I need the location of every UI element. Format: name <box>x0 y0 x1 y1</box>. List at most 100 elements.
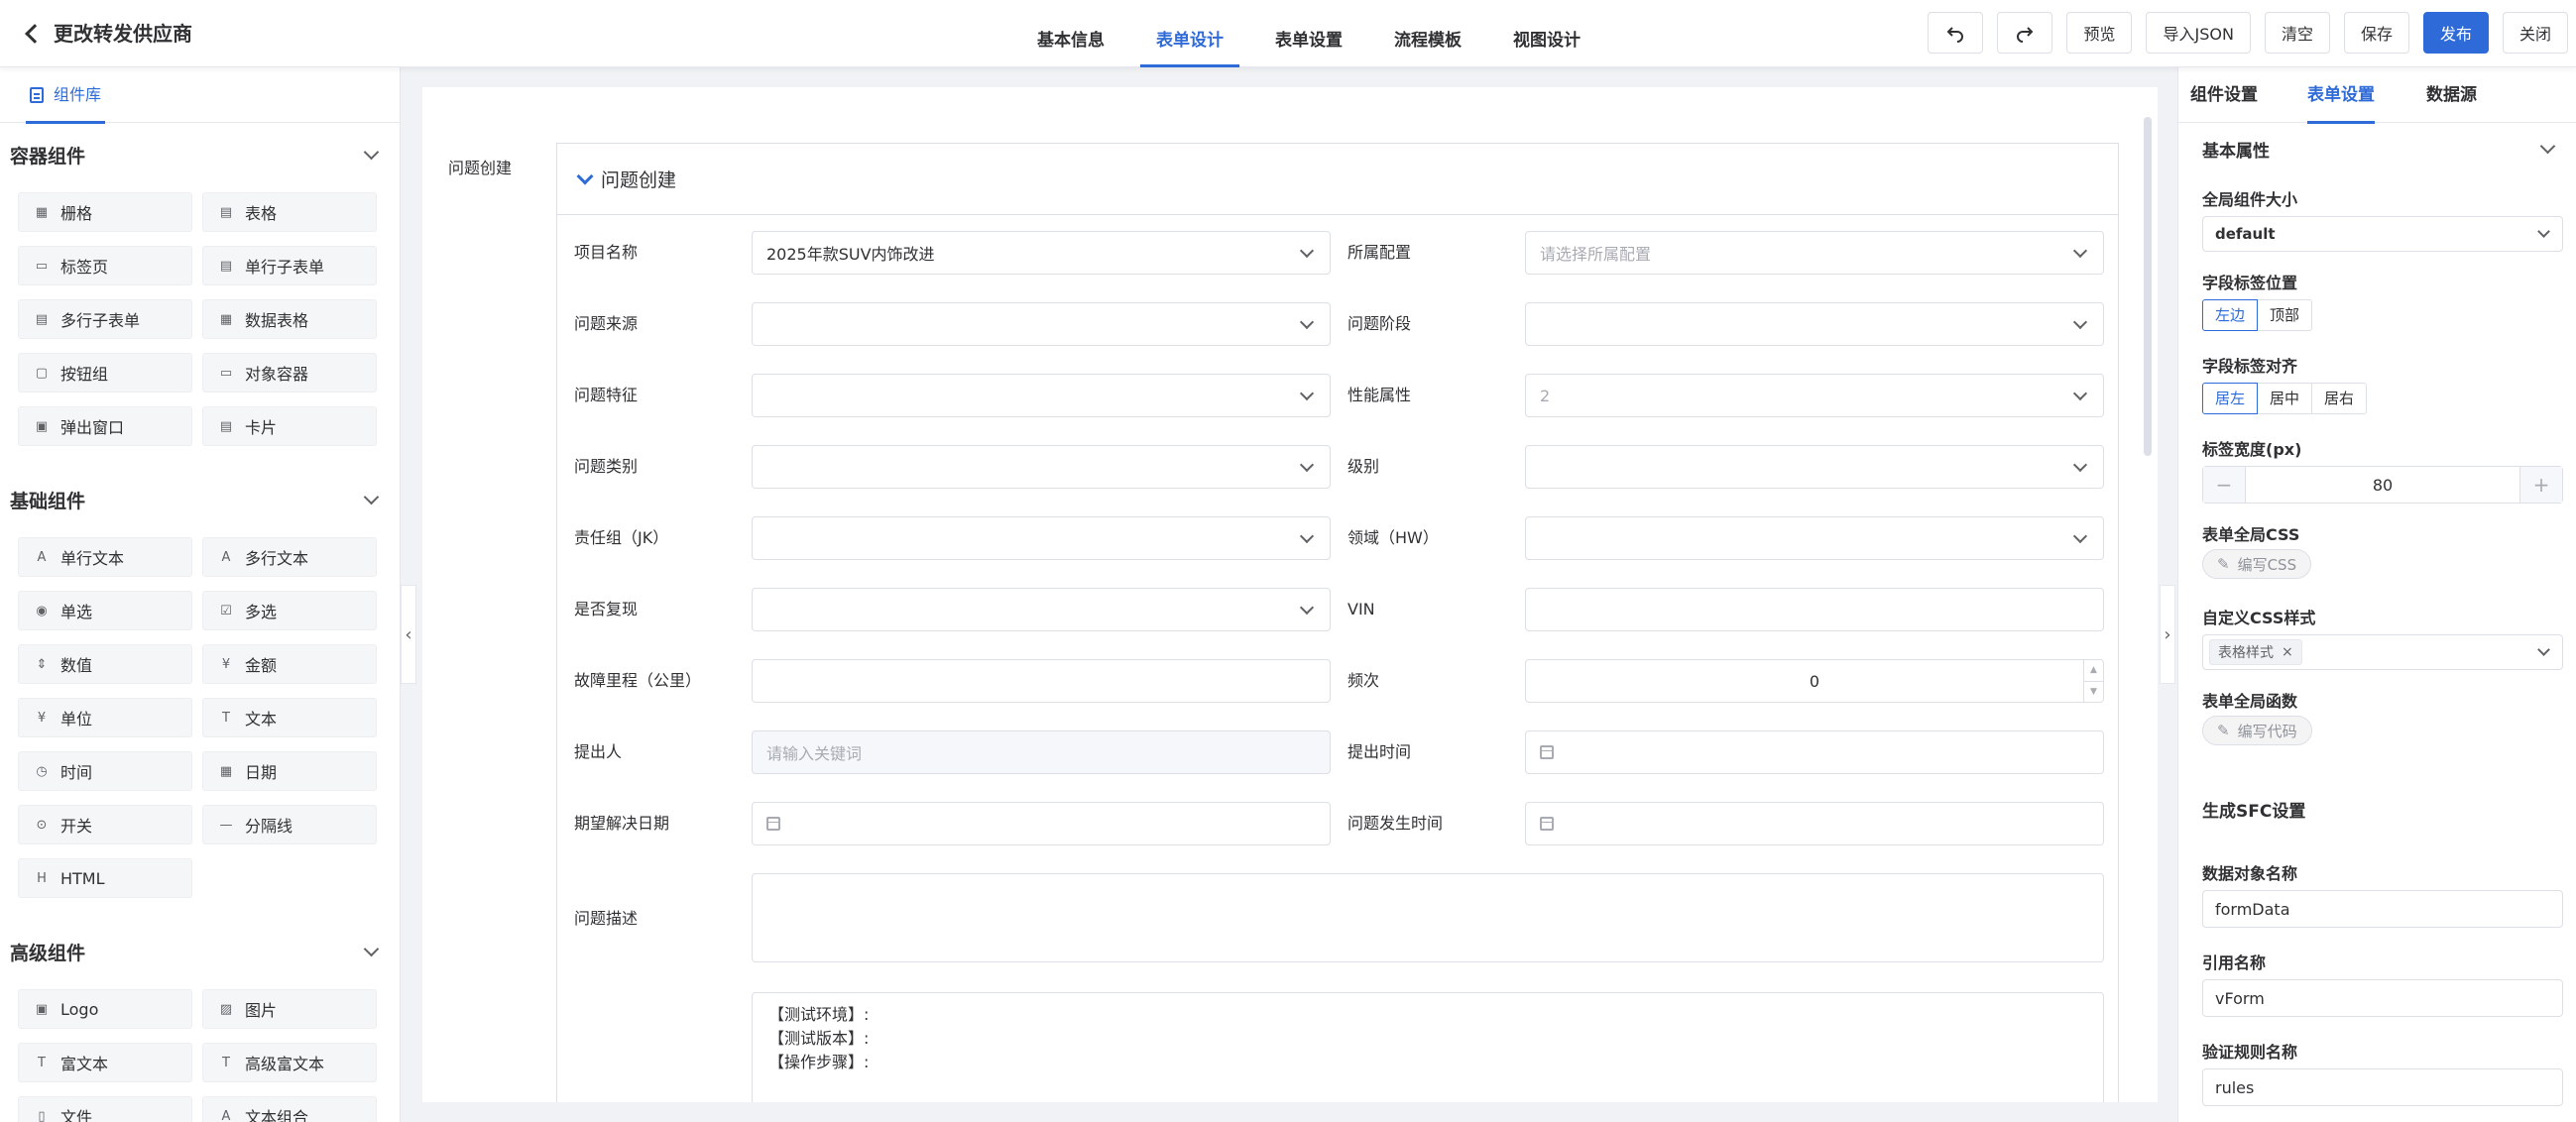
minus-icon[interactable]: − <box>2203 467 2245 503</box>
component-item[interactable]: A 文本组合 <box>202 1096 377 1122</box>
config-select[interactable]: 请选择所属配置 <box>1525 231 2104 275</box>
project-name-select[interactable]: 2025年款SUV内饰改进 <box>752 231 1331 275</box>
component-item[interactable]: ¥ 单位 <box>18 698 192 737</box>
component-label: 数值 <box>60 656 93 675</box>
component-label: 文本 <box>245 710 278 729</box>
component-item[interactable]: ☑ 多选 <box>202 591 377 630</box>
submit-time-picker[interactable] <box>1525 730 2104 774</box>
component-item[interactable]: ▯ 文件 <box>18 1096 192 1122</box>
reproduce-select[interactable] <box>752 588 1331 631</box>
frequency-number-input[interactable]: 0 ▲ ▼ <box>1525 659 2104 703</box>
tab-component-library[interactable]: 组件库 <box>25 67 106 124</box>
component-item[interactable]: H HTML <box>18 858 192 898</box>
occur-time-picker[interactable] <box>1525 802 2104 845</box>
component-item[interactable]: ▤ 多行子表单 <box>18 299 192 339</box>
stage-select[interactable] <box>1525 302 2104 346</box>
rules-name-input[interactable]: rules <box>2202 1068 2563 1106</box>
undo-button[interactable] <box>1928 12 1984 54</box>
expected-date-picker[interactable] <box>752 802 1331 845</box>
basic-props-header[interactable]: 基本属性 <box>2202 137 2567 162</box>
data-object-input[interactable]: formData <box>2202 890 2563 928</box>
group-header[interactable]: 基础组件 <box>0 480 400 519</box>
form-section[interactable]: 问题创建 项目名称 2025年款SUV内饰改进 所属配置 请选择所属配置 问题来… <box>556 143 2119 1102</box>
import-json-button[interactable]: 导入JSON <box>2146 12 2251 54</box>
component-item[interactable]: ⇕ 数值 <box>18 644 192 684</box>
option-align-center[interactable]: 居中 <box>2257 383 2313 414</box>
tab-form-settings[interactable]: 表单设置 <box>2307 67 2375 124</box>
collapse-right-handle[interactable]: › <box>2160 585 2175 684</box>
template-textarea[interactable]: 【测试环境】: 【测试版本】: 【操作步骤】: <box>752 992 2104 1102</box>
component-item[interactable]: T 富文本 <box>18 1043 192 1082</box>
component-item[interactable]: ⊙ 开关 <box>18 805 192 844</box>
component-item[interactable]: ▦ 栅格 <box>18 192 192 232</box>
tab-form-settings[interactable]: 表单设置 <box>1249 0 1368 67</box>
option-left[interactable]: 左边 <box>2202 299 2259 331</box>
submitter-input[interactable]: 请输入关键词 <box>752 730 1331 774</box>
sfc-settings-header[interactable]: 生成SFC设置 <box>2202 797 2567 822</box>
tab-flow-template[interactable]: 流程模板 <box>1368 0 1487 67</box>
component-item[interactable]: ▢ 按钮组 <box>18 353 192 393</box>
component-item[interactable]: ▭ 对象容器 <box>202 353 377 393</box>
component-item[interactable]: ▤ 表格 <box>202 192 377 232</box>
component-item[interactable]: A 多行文本 <box>202 537 377 577</box>
source-select[interactable] <box>752 302 1331 346</box>
component-item[interactable]: ¥ 金额 <box>202 644 377 684</box>
component-item[interactable]: ▭ 标签页 <box>18 246 192 285</box>
vin-input[interactable] <box>1525 588 2104 631</box>
close-icon[interactable]: × <box>2282 644 2293 660</box>
custom-css-select[interactable]: 表格样式 × <box>2202 634 2563 670</box>
performance-select[interactable]: 2 <box>1525 374 2104 417</box>
edit-css-button[interactable]: ✎ 编写CSS <box>2202 549 2312 579</box>
component-item[interactable]: ▤ 卡片 <box>202 406 377 446</box>
preview-button[interactable]: 预览 <box>2066 12 2133 54</box>
edit-code-button[interactable]: ✎ 编写代码 <box>2202 716 2312 745</box>
component-item[interactable]: ▨ 图片 <box>202 989 377 1029</box>
canvas-scrollbar[interactable] <box>2144 117 2152 456</box>
size-select[interactable]: default <box>2202 216 2563 252</box>
component-item[interactable]: T 文本 <box>202 698 377 737</box>
redo-button[interactable] <box>1997 12 2053 54</box>
component-item[interactable]: ◉ 单选 <box>18 591 192 630</box>
plus-icon[interactable]: + <box>2520 467 2562 503</box>
ref-name-input[interactable]: vForm <box>2202 979 2563 1017</box>
team-select[interactable] <box>752 516 1331 560</box>
component-item[interactable]: T 高级富文本 <box>202 1043 377 1082</box>
mileage-input[interactable] <box>752 659 1331 703</box>
section-header[interactable]: 问题创建 <box>557 144 2118 215</box>
component-item[interactable]: — 分隔线 <box>202 805 377 844</box>
description-textarea[interactable] <box>752 873 2104 962</box>
field-label: 问题类别 <box>574 457 639 476</box>
option-align-right[interactable]: 居右 <box>2311 383 2368 414</box>
tab-form-design[interactable]: 表单设计 <box>1130 0 1249 67</box>
tab-basic-info[interactable]: 基本信息 <box>1011 0 1130 67</box>
feature-select[interactable] <box>752 374 1331 417</box>
label-width-stepper[interactable]: − 80 + <box>2202 466 2563 504</box>
component-item[interactable]: ◷ 时间 <box>18 751 192 791</box>
category-select[interactable] <box>752 445 1331 489</box>
tab-data-source[interactable]: 数据源 <box>2426 67 2477 123</box>
domain-select[interactable] <box>1525 516 2104 560</box>
chevron-down-icon <box>2072 457 2088 473</box>
component-item[interactable]: ▦ 日期 <box>202 751 377 791</box>
decrease-icon[interactable]: ▼ <box>2084 680 2103 703</box>
group-header[interactable]: 高级组件 <box>0 932 400 971</box>
option-align-left[interactable]: 居左 <box>2202 383 2259 414</box>
component-item[interactable]: ▦ 数据表格 <box>202 299 377 339</box>
tab-component-settings[interactable]: 组件设置 <box>2190 67 2258 123</box>
component-item[interactable]: ▣ Logo <box>18 989 192 1029</box>
component-item[interactable]: ▤ 单行子表单 <box>202 246 377 285</box>
component-item[interactable]: A 单行文本 <box>18 537 192 577</box>
close-button[interactable]: 关闭 <box>2502 12 2568 54</box>
back-link[interactable]: 更改转发供应商 <box>25 18 192 47</box>
save-button[interactable]: 保存 <box>2343 12 2409 54</box>
clear-button[interactable]: 清空 <box>2264 12 2330 54</box>
increase-icon[interactable]: ▲ <box>2084 660 2103 681</box>
level-select[interactable] <box>1525 445 2104 489</box>
collapse-left-handle[interactable]: ‹ <box>401 585 416 684</box>
tab-view-design[interactable]: 视图设计 <box>1487 0 1606 67</box>
option-top[interactable]: 顶部 <box>2257 299 2313 331</box>
publish-button[interactable]: 发布 <box>2422 12 2489 54</box>
setting-label: 数据对象名称 <box>2202 864 2298 883</box>
component-item[interactable]: ▣ 弹出窗口 <box>18 406 192 446</box>
group-header[interactable]: 容器组件 <box>0 135 400 174</box>
